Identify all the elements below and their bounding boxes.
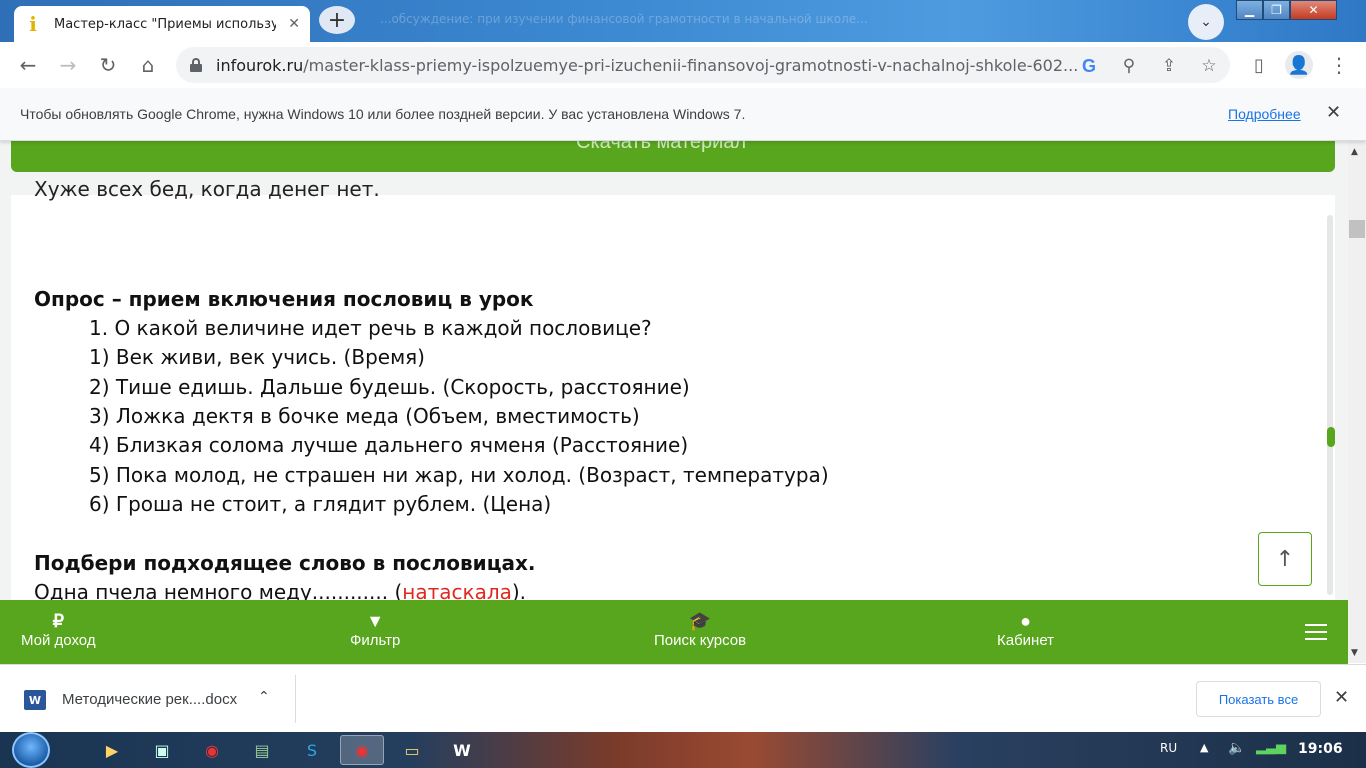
word-document-icon: W xyxy=(24,690,46,710)
tab-strip: i Мастер-класс "Приемы используе ✕ + ...… xyxy=(0,0,1366,42)
nav-label: Фильтр xyxy=(350,632,401,649)
shelf-close-icon[interactable]: ✕ xyxy=(1334,687,1349,708)
section-title-survey: Опрос – прием включения пословиц в урок xyxy=(34,287,534,311)
nav-cabinet[interactable]: ● Кабинет xyxy=(997,610,1054,649)
windows-taskbar: ▶ ▣ ◉ ▤ S ◉ ▭ W RU ▲ 🔈 ▂▃▅ 19:06 xyxy=(0,732,1366,768)
infobar-close-icon[interactable]: ✕ xyxy=(1326,102,1341,123)
background-window-text: ...обсуждение: при изучении финансовой г… xyxy=(380,12,868,26)
computer-icon[interactable]: ▣ xyxy=(140,735,184,765)
clock[interactable]: 19:06 xyxy=(1298,741,1343,757)
filter-icon: ▼ xyxy=(366,611,385,631)
ruble-icon: ₽ xyxy=(52,611,65,631)
shelf-divider xyxy=(295,675,296,723)
lock-icon xyxy=(190,58,202,72)
side-panel-icon[interactable]: ▯ xyxy=(1245,51,1273,79)
close-window-button[interactable]: ✕ xyxy=(1290,0,1337,20)
bookmark-star-icon[interactable]: ☆ xyxy=(1198,55,1220,77)
maximize-button[interactable]: ❐ xyxy=(1263,0,1290,20)
monitor-icon[interactable]: ▤ xyxy=(240,735,284,765)
nav-filter[interactable]: ▼ Фильтр xyxy=(350,610,400,649)
chrome-active-icon[interactable]: ◉ xyxy=(340,735,384,765)
browser-toolbar: ← → ↻ ⌂ infourok.ru/master-klass-priemy-… xyxy=(0,42,1366,88)
download-shelf: W Методические рек....docx ⌃ Показать вс… xyxy=(0,664,1366,732)
word-taskbar-icon[interactable]: W xyxy=(440,735,484,765)
skype-icon[interactable]: S xyxy=(290,735,334,765)
list-item: 4) Близкая солома лучше дальнего ячменя … xyxy=(89,433,689,457)
download-material-button[interactable]: Скачать материал xyxy=(11,141,1335,172)
downloaded-file-name[interactable]: Методические рек....docx xyxy=(62,691,237,708)
section-title-fill-word: Подбери подходящее слово в пословицах. xyxy=(34,551,536,575)
home-icon[interactable]: ⌂ xyxy=(134,51,162,79)
chrome-icon[interactable]: ◉ xyxy=(190,735,234,765)
document-scrollbar-thumb[interactable] xyxy=(1327,427,1335,447)
network-signal-icon[interactable]: ▂▃▅ xyxy=(1256,740,1286,755)
zoom-icon[interactable]: ⚲ xyxy=(1118,55,1140,77)
proverb-exercise-line: Одна пчела немного меду............ (нат… xyxy=(34,580,526,600)
chevron-up-icon[interactable]: ⌃ xyxy=(258,689,270,705)
nav-search-courses[interactable]: 🎓 Поиск курсов xyxy=(654,610,746,649)
address-bar[interactable]: infourok.ru/master-klass-priemy-ispolzue… xyxy=(176,47,1230,83)
nav-label: Поиск курсов xyxy=(654,632,747,649)
active-tab[interactable]: i Мастер-класс "Приемы используе ✕ xyxy=(14,6,310,42)
hamburger-menu-icon[interactable] xyxy=(1305,624,1327,640)
media-player-icon[interactable]: ▶ xyxy=(90,735,134,765)
list-item: 1) Век живи, век учись. (Время) xyxy=(89,345,425,369)
volume-icon[interactable]: 🔈 xyxy=(1228,740,1245,756)
tab-title: Мастер-класс "Приемы используе xyxy=(54,16,276,32)
scroll-down-arrow-icon[interactable]: ▼ xyxy=(1351,648,1358,658)
explorer-folder-icon[interactable]: ▭ xyxy=(390,735,434,765)
question-line: 1. О какой величине идет речь в каждой п… xyxy=(89,316,652,340)
share-icon[interactable]: ⇪ xyxy=(1158,55,1180,77)
bottom-navigation: ₽ Мой доход ▼ Фильтр 🎓 Поиск курсов ● Ка… xyxy=(0,600,1348,664)
arrow-up-icon: ↑ xyxy=(1275,546,1295,572)
document-viewer: Хуже всех бед, когда денег нет. Опрос – … xyxy=(11,177,1335,600)
graduation-cap-icon: 🎓 xyxy=(688,611,712,631)
infobar-more-link[interactable]: Подробнее xyxy=(1228,106,1301,122)
update-infobar: Чтобы обновлять Google Chrome, нужна Win… xyxy=(0,88,1366,141)
show-all-downloads-button[interactable]: Показать все xyxy=(1196,681,1321,717)
chevron-down-icon: ⌄ xyxy=(1200,14,1212,30)
user-icon: ● xyxy=(1020,611,1031,631)
tab-search-button[interactable]: ⌄ xyxy=(1188,4,1224,40)
infobar-message: Чтобы обновлять Google Chrome, нужна Win… xyxy=(20,106,746,122)
url-text: infourok.ru/master-klass-priemy-ispolzue… xyxy=(216,55,1079,75)
new-tab-button[interactable]: + xyxy=(319,6,355,34)
minimize-button[interactable]: ▁ xyxy=(1236,0,1263,20)
list-item: 6) Гроша не стоит, а глядит рублем. (Цен… xyxy=(89,492,552,516)
nav-my-income[interactable]: ₽ Мой доход xyxy=(21,610,96,649)
google-translate-icon[interactable]: G xyxy=(1078,55,1100,77)
cut-off-proverb: Хуже всех бед, когда денег нет. xyxy=(34,177,380,201)
back-icon[interactable]: ← xyxy=(14,51,42,79)
language-indicator[interactable]: RU xyxy=(1160,741,1177,755)
window-controls: ▁ ❐ ✕ xyxy=(1236,0,1337,20)
scroll-to-top-button[interactable]: ↑ xyxy=(1258,532,1312,586)
start-button-icon[interactable] xyxy=(12,732,50,768)
tab-close-icon[interactable]: ✕ xyxy=(288,16,300,32)
document-scrollbar-track[interactable] xyxy=(1327,215,1333,595)
nav-label: Кабинет xyxy=(997,632,1055,649)
forward-icon[interactable]: → xyxy=(54,51,82,79)
page-content: Скачать материал Хуже всех бед, когда де… xyxy=(0,141,1348,600)
tray-expand-icon[interactable]: ▲ xyxy=(1200,741,1208,754)
infourok-favicon-icon: i xyxy=(29,12,37,36)
page-scrollbar-thumb[interactable] xyxy=(1349,220,1365,238)
menu-dots-icon[interactable]: ⋮ xyxy=(1325,51,1353,79)
list-item: 3) Ложка дектя в бочке меда (Объем, вмес… xyxy=(89,404,640,428)
answer-word: натаскала xyxy=(402,580,512,600)
list-item: 2) Тише едишь. Дальше будешь. (Скорость,… xyxy=(89,375,690,399)
scroll-up-arrow-icon[interactable]: ▲ xyxy=(1351,147,1358,157)
nav-label: Мой доход xyxy=(21,632,96,649)
profile-avatar-icon[interactable]: 👤 xyxy=(1285,51,1313,79)
reload-icon[interactable]: ↻ xyxy=(94,51,122,79)
list-item: 5) Пока молод, не страшен ни жар, ни хол… xyxy=(89,463,829,487)
download-button-label: Скачать материал xyxy=(576,141,747,153)
